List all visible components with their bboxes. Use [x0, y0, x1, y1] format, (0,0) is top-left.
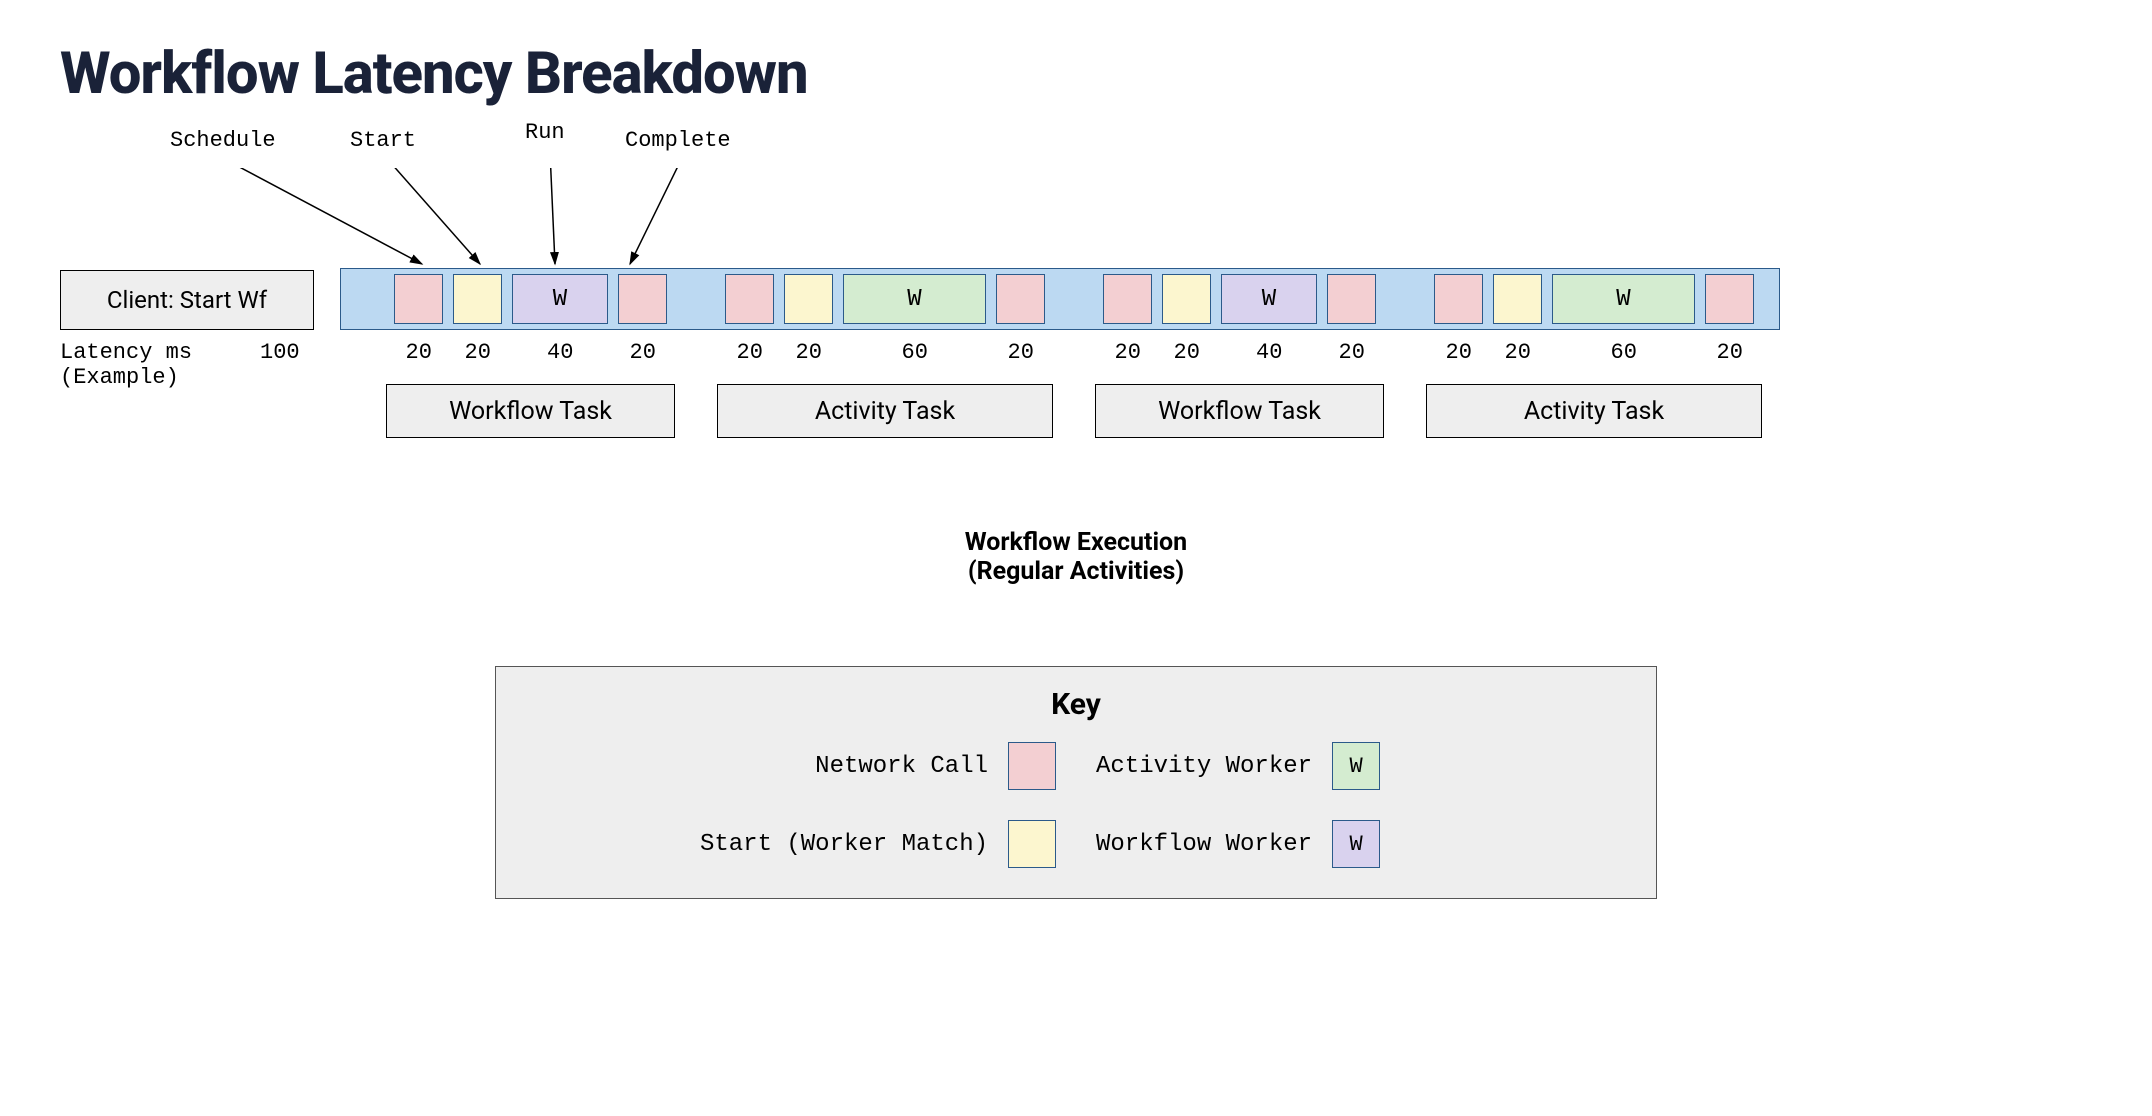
annot-start: Start: [350, 128, 416, 153]
latency-value: 20: [1717, 340, 1743, 365]
segment-network: [394, 274, 443, 324]
latency-value: 20: [406, 340, 432, 365]
segment-network: [725, 274, 774, 324]
legend-activity-worker: Activity Worker W: [1096, 742, 1626, 790]
latency-value: 20: [1339, 340, 1365, 365]
segment-network: [618, 274, 667, 324]
client-latency-value: 100: [260, 340, 300, 365]
latency-value: 20: [1174, 340, 1200, 365]
latency-value: 20: [796, 340, 822, 365]
segment-worker: W: [512, 274, 608, 324]
legend-network: Network Call: [526, 742, 1056, 790]
annot-schedule: Schedule: [170, 128, 276, 153]
segment-network: [1705, 274, 1754, 324]
legend-title: Key: [526, 687, 1626, 722]
segment-match: [784, 274, 833, 324]
latency-value: 20: [1008, 340, 1034, 365]
latency-value: 20: [737, 340, 763, 365]
annot-run: Run: [525, 120, 565, 145]
swatch-activity-worker: W: [1332, 742, 1380, 790]
legend-workflow-worker: Workflow Worker W: [1096, 820, 1626, 868]
latency-value: 20: [630, 340, 656, 365]
latency-value: 40: [547, 340, 573, 365]
latency-value: 60: [1611, 340, 1637, 365]
client-start-box: Client: Start Wf: [60, 270, 314, 330]
latency-value: 20: [1505, 340, 1531, 365]
segment-network: [1103, 274, 1152, 324]
task-group-label: Activity Task: [1426, 384, 1762, 438]
task-group-label: Activity Task: [717, 384, 1053, 438]
diagram-caption: Workflow Execution (Regular Activities): [60, 528, 2092, 586]
latency-value: 20: [1115, 340, 1141, 365]
latency-value: 40: [1256, 340, 1282, 365]
page-title: Workflow Latency Breakdown: [60, 40, 2092, 108]
segment-worker: W: [1552, 274, 1695, 324]
segment-network: [1434, 274, 1483, 324]
segment-network: [996, 274, 1045, 324]
segment-match: [1493, 274, 1542, 324]
task-group-label: Workflow Task: [1095, 384, 1384, 438]
latency-diagram: Schedule Start Run Complete Client: Star…: [60, 168, 2092, 528]
segment-match: [453, 274, 502, 324]
swatch-workflow-worker: W: [1332, 820, 1380, 868]
segment-match: [1162, 274, 1211, 324]
latency-value: 20: [465, 340, 491, 365]
task-group-label: Workflow Task: [386, 384, 675, 438]
latency-axis-label: Latency ms (Example): [60, 340, 192, 390]
latency-value: 20: [1446, 340, 1472, 365]
segment-worker: W: [843, 274, 986, 324]
swatch-network: [1008, 742, 1056, 790]
swatch-match: [1008, 820, 1056, 868]
segment-worker: W: [1221, 274, 1317, 324]
legend: Key Network Call Activity Worker W Start…: [495, 666, 1657, 899]
annot-complete: Complete: [625, 128, 731, 153]
segment-network: [1327, 274, 1376, 324]
latency-value: 60: [902, 340, 928, 365]
legend-match: Start (Worker Match): [526, 820, 1056, 868]
